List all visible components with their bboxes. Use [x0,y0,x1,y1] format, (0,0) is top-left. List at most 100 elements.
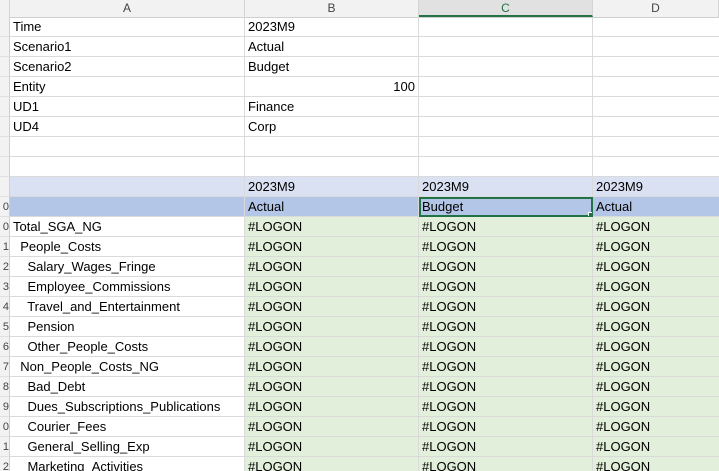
data-value-cell[interactable]: #LOGON [593,457,719,471]
data-value-cell[interactable]: #LOGON [245,357,419,377]
data-value-cell[interactable]: #LOGON [419,417,593,437]
data-value-cell[interactable]: #LOGON [593,217,719,237]
account-name-cell[interactable]: People_Costs [10,237,245,257]
account-name-cell[interactable]: Employee_Commissions [10,277,245,297]
empty-cell[interactable] [419,117,593,137]
row-number[interactable]: 0 [0,217,10,237]
data-value-cell[interactable]: #LOGON [245,257,419,277]
data-value-cell[interactable]: #LOGON [245,417,419,437]
row-number[interactable]: 9 [0,397,10,417]
empty-cell[interactable] [419,97,593,117]
empty-cell[interactable] [419,17,593,37]
row-number[interactable]: 5 [0,317,10,337]
data-value-cell[interactable]: #LOGON [245,237,419,257]
pov-value-cell[interactable]: Finance [245,97,419,117]
scenario-header-cell[interactable]: Actual [245,197,419,217]
data-value-cell[interactable]: #LOGON [245,377,419,397]
account-name-cell[interactable]: Pension [10,317,245,337]
period-header-cell[interactable]: 2023M9 [245,177,419,197]
row-number[interactable] [0,137,10,157]
empty-cell[interactable] [593,77,719,97]
empty-cell[interactable] [419,37,593,57]
data-value-cell[interactable]: #LOGON [419,337,593,357]
empty-cell[interactable] [245,137,419,157]
empty-cell[interactable] [419,77,593,97]
data-value-cell[interactable]: #LOGON [245,337,419,357]
data-value-cell[interactable]: #LOGON [419,437,593,457]
column-header-b[interactable]: B [245,0,419,17]
row-number[interactable]: 8 [0,377,10,397]
data-value-cell[interactable]: #LOGON [419,357,593,377]
row-number[interactable] [0,57,10,77]
empty-cell[interactable] [10,137,245,157]
empty-cell[interactable] [419,57,593,77]
data-value-cell[interactable]: #LOGON [593,437,719,457]
empty-cell[interactable] [419,157,593,177]
period-header-cell[interactable]: 2023M9 [419,177,593,197]
account-name-cell[interactable]: Bad_Debt [10,377,245,397]
account-name-cell[interactable]: Dues_Subscriptions_Publications [10,397,245,417]
row-number[interactable]: 1 [0,237,10,257]
empty-cell[interactable] [245,157,419,177]
pov-value-cell[interactable]: 2023M9 [245,17,419,37]
column-header-c[interactable]: C [419,0,593,17]
row-number[interactable]: 0 [0,417,10,437]
row-number[interactable]: 3 [0,277,10,297]
data-value-cell[interactable]: #LOGON [593,337,719,357]
data-value-cell[interactable]: #LOGON [593,237,719,257]
data-value-cell[interactable]: #LOGON [593,297,719,317]
data-value-cell[interactable]: #LOGON [245,437,419,457]
account-name-cell[interactable]: Marketing_Activities [10,457,245,471]
data-value-cell[interactable]: #LOGON [419,377,593,397]
data-value-cell[interactable]: #LOGON [593,357,719,377]
account-name-cell[interactable]: Courier_Fees [10,417,245,437]
pov-value-cell[interactable]: Corp [245,117,419,137]
row-number[interactable]: 7 [0,357,10,377]
select-all-corner[interactable] [0,0,10,17]
empty-cell[interactable] [593,37,719,57]
pov-value-cell[interactable]: Budget [245,57,419,77]
data-value-cell[interactable]: #LOGON [593,397,719,417]
row-number[interactable] [0,97,10,117]
row-number[interactable]: 0 [0,197,10,217]
account-name-cell[interactable]: General_Selling_Exp [10,437,245,457]
empty-cell[interactable] [593,17,719,37]
account-name-cell[interactable]: Salary_Wages_Fringe [10,257,245,277]
data-value-cell[interactable]: #LOGON [593,257,719,277]
row-number[interactable]: 6 [0,337,10,357]
empty-cell[interactable] [593,97,719,117]
row-number[interactable] [0,157,10,177]
data-value-cell[interactable]: #LOGON [245,317,419,337]
pov-label-cell[interactable]: UD1 [10,97,245,117]
empty-cell[interactable] [419,137,593,157]
data-value-cell[interactable]: #LOGON [593,277,719,297]
empty-cell[interactable] [593,57,719,77]
data-value-cell[interactable]: #LOGON [245,297,419,317]
data-value-cell[interactable]: #LOGON [245,457,419,471]
data-value-cell[interactable]: #LOGON [419,457,593,471]
data-value-cell[interactable]: #LOGON [593,417,719,437]
pov-label-cell[interactable]: Scenario1 [10,37,245,57]
empty-cell[interactable] [10,157,245,177]
pov-label-cell[interactable]: Scenario2 [10,57,245,77]
pov-label-cell[interactable]: Entity [10,77,245,97]
row-number[interactable]: 1 [0,437,10,457]
data-value-cell[interactable]: #LOGON [245,217,419,237]
row-number[interactable]: 4 [0,297,10,317]
account-name-cell[interactable]: Travel_and_Entertainment [10,297,245,317]
pov-label-cell[interactable]: Time [10,17,245,37]
row-number[interactable] [0,77,10,97]
data-value-cell[interactable]: #LOGON [419,237,593,257]
row-number[interactable] [0,177,10,197]
data-value-cell[interactable]: #LOGON [419,297,593,317]
data-value-cell[interactable]: #LOGON [419,397,593,417]
data-value-cell[interactable]: #LOGON [593,377,719,397]
header-blank-cell[interactable] [10,197,245,217]
pov-value-cell[interactable]: Actual [245,37,419,57]
empty-cell[interactable] [593,117,719,137]
row-number[interactable] [0,117,10,137]
column-header-d[interactable]: D [593,0,719,17]
account-name-cell[interactable]: Non_People_Costs_NG [10,357,245,377]
account-name-cell[interactable]: Other_People_Costs [10,337,245,357]
data-value-cell[interactable]: #LOGON [419,317,593,337]
